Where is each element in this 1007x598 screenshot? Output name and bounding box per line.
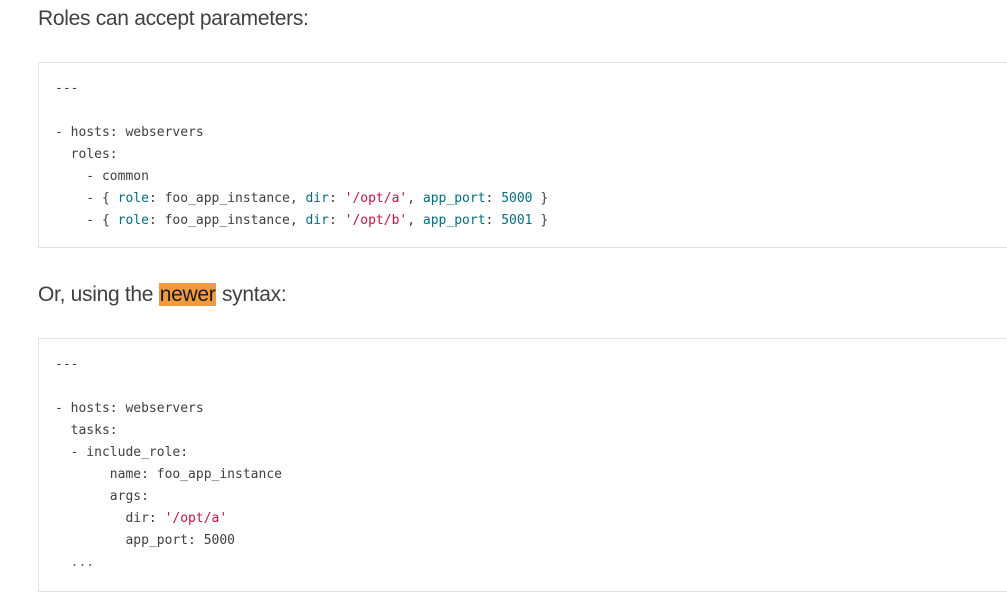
intro-paragraph: Roles can accept parameters:: [38, 7, 309, 30]
code-token: - {: [55, 213, 118, 228]
code-token: dir:: [55, 511, 165, 526]
code-token: ,: [407, 191, 423, 206]
code-key: dir: [305, 213, 329, 228]
code-number: 5001: [501, 213, 533, 228]
code-line: tasks:: [55, 423, 118, 438]
code-line: ---: [55, 357, 79, 372]
code-line: ---: [55, 81, 79, 96]
code-token: }: [532, 213, 549, 228]
code-block-include-role: --- - hosts: webservers tasks: - include_…: [38, 338, 1007, 592]
code-line: app_port: 5000: [55, 533, 236, 548]
code-key: app_port: [422, 213, 486, 228]
code-key: dir: [305, 191, 329, 206]
code-line: - include_role:: [55, 445, 189, 460]
code-token: :: [328, 213, 345, 228]
code-string: '/opt/a': [344, 191, 408, 206]
code-token: }: [532, 191, 549, 206]
code-token: ,: [407, 213, 423, 228]
code-token: :: [485, 213, 502, 228]
code-key: app_port: [422, 191, 486, 206]
code-token: :: [328, 191, 345, 206]
code-line: - { role: foo_app_instance, dir: '/opt/b…: [55, 210, 993, 232]
code-token: :: [485, 191, 502, 206]
search-highlight: newer: [158, 283, 217, 306]
code-line: ...: [55, 555, 95, 570]
code-line: args:: [55, 489, 149, 504]
code-roles: --- - hosts: webservers roles: - common -…: [39, 63, 1007, 232]
code-include-role: --- - hosts: webservers tasks: - include_…: [39, 339, 1007, 574]
code-string: '/opt/b': [344, 213, 408, 228]
code-token: hosts: [70, 125, 110, 140]
code-token: : foo_app_instance,: [148, 191, 306, 206]
code-line: dir: '/opt/a': [55, 508, 993, 530]
code-string: '/opt/a': [164, 511, 228, 526]
code-token: : foo_app_instance,: [148, 213, 306, 228]
alt-text-after: syntax:: [216, 283, 287, 306]
code-token: : webservers: [109, 125, 204, 140]
alt-syntax-paragraph: Or, using the newer syntax:: [38, 282, 287, 308]
code-line: roles:: [55, 147, 118, 162]
code-line: - common: [55, 169, 149, 184]
code-number: 5000: [501, 191, 533, 206]
alt-text-before: Or, using the: [38, 283, 159, 306]
code-line: - { role: foo_app_instance, dir: '/opt/a…: [55, 188, 993, 210]
code-key: role: [117, 213, 149, 228]
code-token: -: [55, 125, 71, 140]
code-line: - hosts: webservers: [55, 401, 204, 416]
code-block-roles: --- - hosts: webservers roles: - common -…: [38, 62, 1007, 248]
code-line: - hosts: webservers: [55, 122, 993, 144]
code-key: role: [117, 191, 149, 206]
code-line: name: foo_app_instance: [55, 467, 282, 482]
code-token: - {: [55, 191, 118, 206]
